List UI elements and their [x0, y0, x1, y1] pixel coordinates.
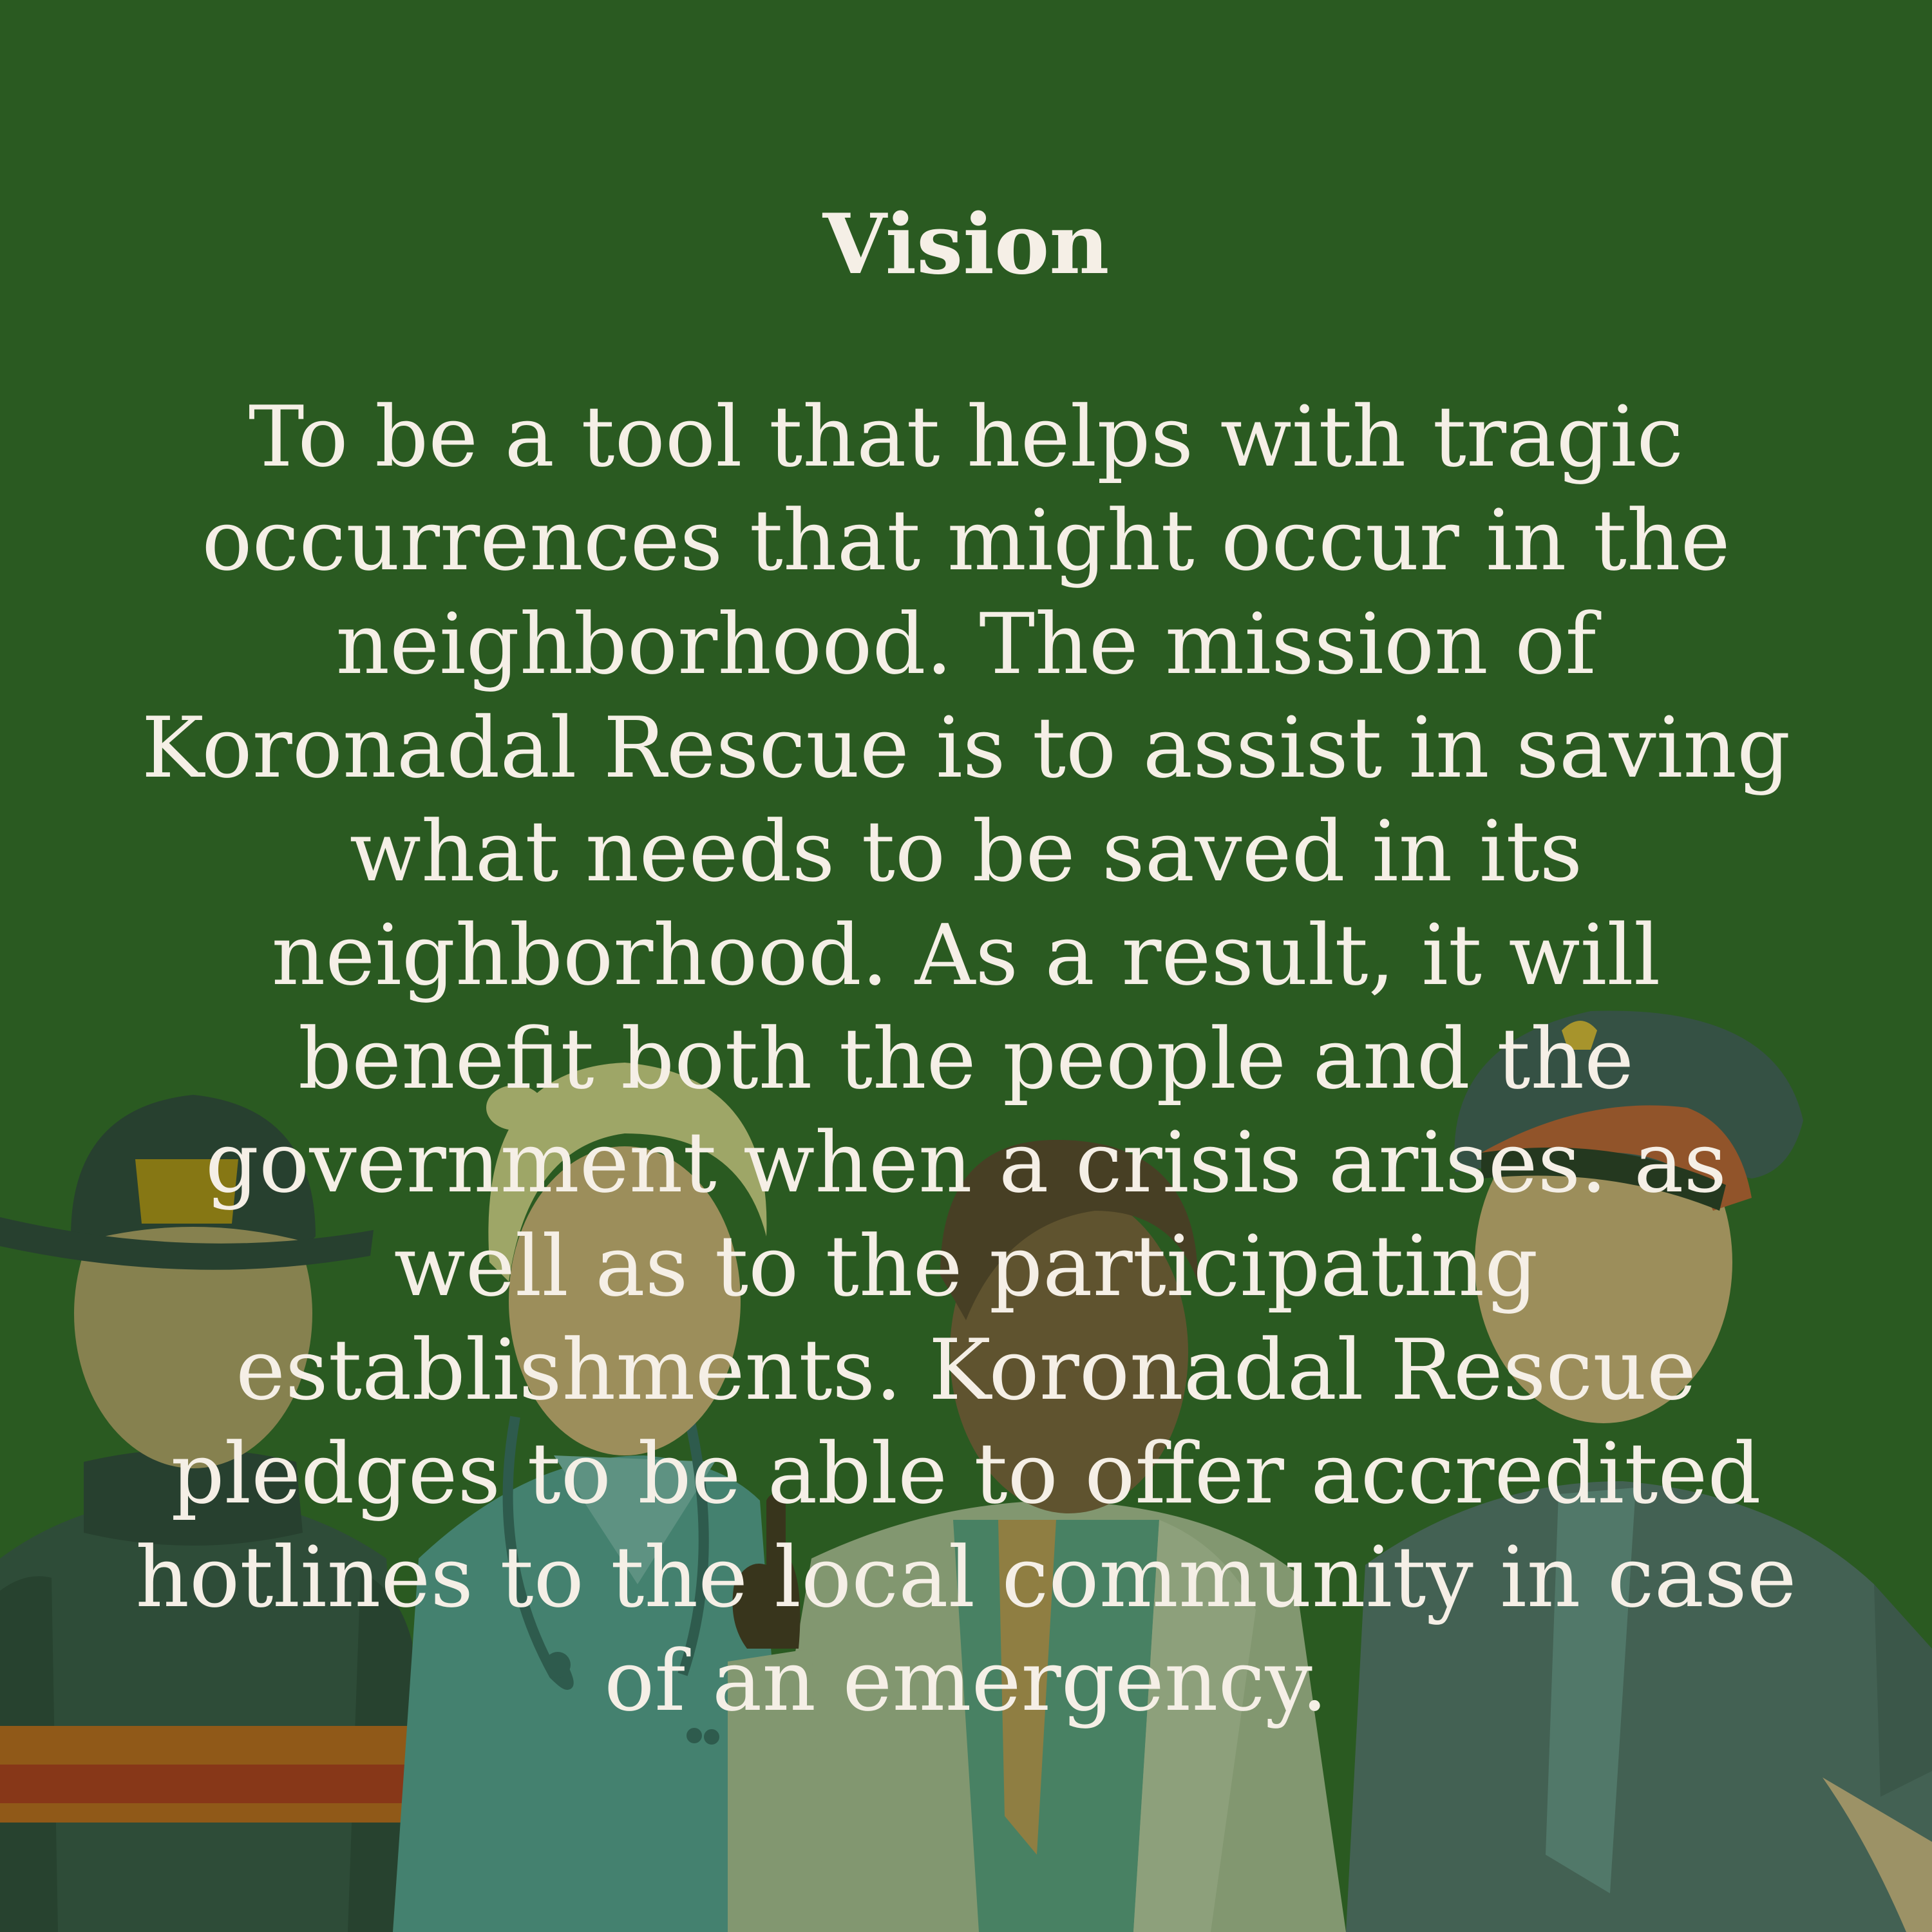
slide-canvas: Vision To be a tool that helps with trag…: [0, 0, 1932, 1932]
page-title: Vision: [822, 196, 1110, 293]
vision-statement: To be a tool that helps with tragic occu…: [135, 388, 1797, 1730]
vision-text-block: Vision To be a tool that helps with trag…: [116, 193, 1816, 1733]
